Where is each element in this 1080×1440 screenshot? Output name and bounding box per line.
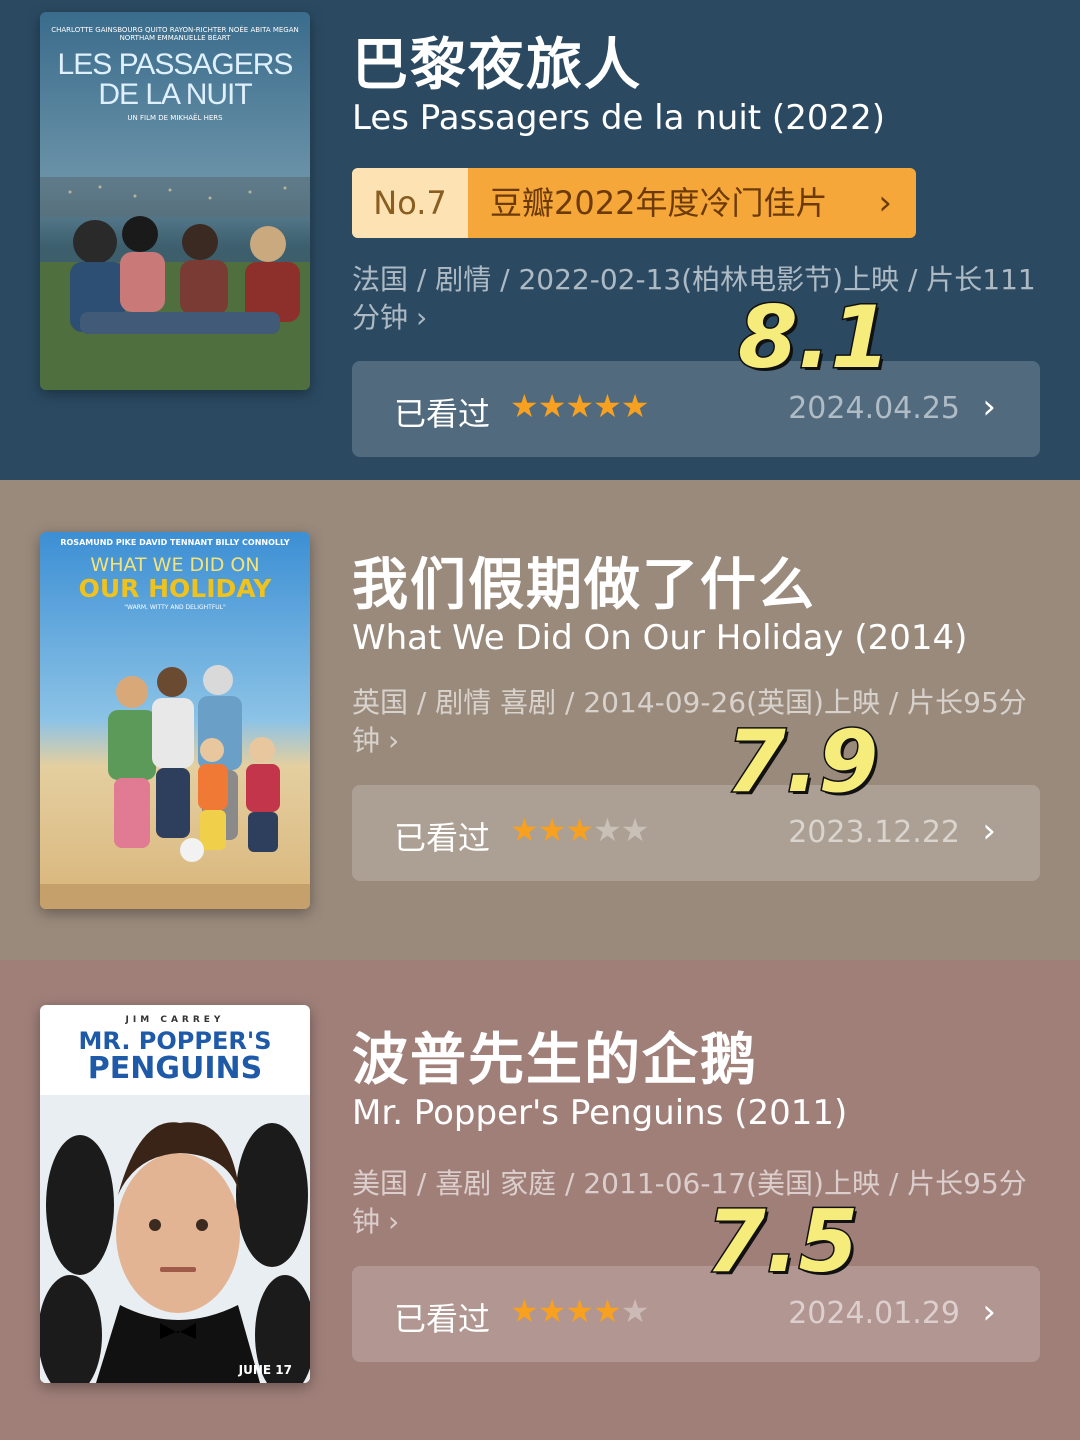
- poster-1-credits: CHARLOTTE GAINSBOURG QUITO RAYON-RICHTER…: [51, 26, 299, 42]
- watched-date: 2024.01.29: [788, 1296, 960, 1331]
- poster-3[interactable]: JIM CARREY MR. POPPER'S PENGUINS JUNE 17: [40, 1005, 310, 1383]
- poster-2-credits: ROSAMUND PIKE DAVID TENNANT BILLY CONNOL…: [60, 538, 290, 547]
- movie-title-en: Mr. Popper's Penguins (2011): [352, 1093, 848, 1133]
- watched-label: 已看过: [394, 819, 491, 857]
- rank-badge[interactable]: No.7 豆瓣2022年度冷门佳片 ›: [352, 168, 916, 238]
- poster-2-title-line2: OUR HOLIDAY: [78, 574, 272, 603]
- star-filled-icon: ★: [510, 811, 539, 849]
- movie-meta[interactable]: 英国 / 剧情 喜剧 / 2014-09-26(英国)上映 / 片长95分钟 ›: [352, 684, 1052, 760]
- poster-1[interactable]: CHARLOTTE GAINSBOURG QUITO RAYON-RICHTER…: [40, 12, 310, 390]
- star-empty-icon: ★: [620, 811, 650, 849]
- poster-1-subtitle: UN FILM DE MIKHAËL HERS: [127, 114, 223, 122]
- movie-title-cn: 巴黎夜旅人: [352, 33, 642, 98]
- chevron-right-icon: ›: [388, 1205, 400, 1238]
- star-filled-icon: ★: [593, 1292, 622, 1330]
- chevron-right-icon: ›: [416, 301, 428, 334]
- star-filled-icon: ★: [565, 811, 594, 849]
- meta-text: 法国 / 剧情 / 2022-02-13(柏林电影节)上映 / 片长111分钟: [352, 263, 1036, 334]
- star-empty-icon: ★: [593, 811, 622, 849]
- star-rating: ★★★★★: [510, 387, 650, 425]
- poster-3-title-line2: PENGUINS: [87, 1051, 263, 1086]
- movie-title-en: Les Passagers de la nuit (2022): [352, 98, 885, 138]
- watched-date: 2024.04.25: [788, 391, 960, 426]
- watched-row[interactable]: 已看过 ★★★★★ 2024.04.25 ›: [352, 361, 1040, 457]
- star-empty-icon: ★: [620, 1292, 650, 1330]
- poster-2[interactable]: ROSAMUND PIKE DAVID TENNANT BILLY CONNOL…: [40, 532, 310, 909]
- watched-date: 2023.12.22: [788, 815, 960, 850]
- meta-text: 英国 / 剧情 喜剧 / 2014-09-26(英国)上映 / 片长95分钟: [352, 686, 1027, 757]
- movie-meta[interactable]: 美国 / 喜剧 家庭 / 2011-06-17(美国)上映 / 片长95分钟 ›: [352, 1165, 1052, 1241]
- star-filled-icon: ★: [620, 387, 650, 425]
- movie-title-cn: 我们假期做了什么: [352, 553, 816, 618]
- movie-meta[interactable]: 法国 / 剧情 / 2022-02-13(柏林电影节)上映 / 片长111分钟 ›: [352, 261, 1052, 337]
- watched-row[interactable]: 已看过 ★★★★★ 2023.12.22 ›: [352, 785, 1040, 881]
- movie-title-cn: 波普先生的企鹅: [352, 1028, 758, 1093]
- poster-2-subtitle: "WARM, WITTY AND DELIGHTFUL": [124, 604, 226, 611]
- star-filled-icon: ★: [510, 387, 539, 425]
- star-filled-icon: ★: [593, 387, 622, 425]
- rank-text: 豆瓣2022年度冷门佳片: [490, 184, 828, 222]
- star-filled-icon: ★: [565, 1292, 594, 1330]
- poster-2-title-line1: WHAT WE DID ON: [90, 554, 260, 576]
- chevron-right-icon: ›: [982, 1292, 996, 1332]
- star-filled-icon: ★: [537, 1292, 567, 1330]
- watched-label: 已看过: [394, 1300, 491, 1338]
- movie-card-2[interactable]: ROSAMUND PIKE DAVID TENNANT BILLY CONNOL…: [0, 480, 1080, 960]
- poster-1-title-line2: DE LA NUIT: [98, 78, 252, 111]
- star-filled-icon: ★: [537, 387, 567, 425]
- poster-3-credits: JIM CARREY: [125, 1015, 225, 1025]
- star-rating: ★★★★★: [510, 811, 650, 849]
- movie-card-1[interactable]: CHARLOTTE GAINSBOURG QUITO RAYON-RICHTER…: [0, 0, 1080, 480]
- star-filled-icon: ★: [537, 811, 567, 849]
- rank-number: No.7: [352, 168, 468, 238]
- watched-row[interactable]: 已看过 ★★★★★ 2024.01.29 ›: [352, 1266, 1040, 1362]
- poster-3-subtitle: JUNE 17: [238, 1363, 292, 1377]
- star-filled-icon: ★: [565, 387, 594, 425]
- chevron-right-icon: ›: [878, 183, 892, 223]
- movie-card-3[interactable]: JIM CARREY MR. POPPER'S PENGUINS JUNE 17…: [0, 960, 1080, 1440]
- poster-1-title-line1: LES PASSAGERS: [57, 48, 294, 81]
- score-overlay: 8.1: [736, 287, 891, 390]
- chevron-right-icon: ›: [388, 724, 400, 757]
- meta-text: 美国 / 喜剧 家庭 / 2011-06-17(美国)上映 / 片长95分钟: [352, 1167, 1027, 1238]
- score-overlay: 7.9: [724, 711, 879, 814]
- score-overlay: 7.5: [704, 1191, 859, 1294]
- star-rating: ★★★★★: [510, 1292, 650, 1330]
- chevron-right-icon: ›: [982, 387, 996, 427]
- movie-title-en: What We Did On Our Holiday (2014): [352, 618, 968, 658]
- star-filled-icon: ★: [510, 1292, 539, 1330]
- chevron-right-icon: ›: [982, 811, 996, 851]
- watched-label: 已看过: [394, 395, 491, 433]
